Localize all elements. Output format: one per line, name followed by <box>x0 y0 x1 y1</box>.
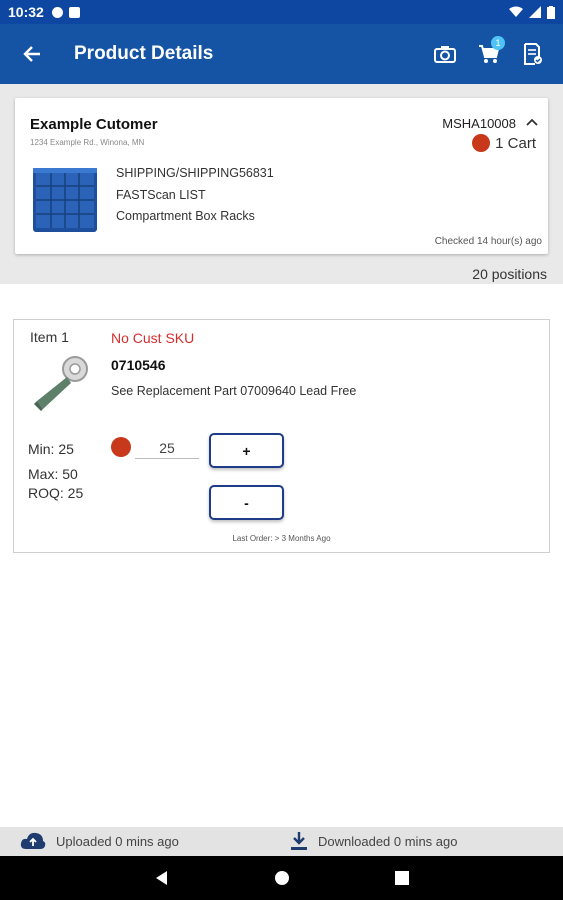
download-status[interactable]: Downloaded 0 mins ago <box>290 831 457 851</box>
customer-card[interactable]: Example Cutomer 1234 Example Rd., Winona… <box>15 98 548 254</box>
cart-count-label: 1 Cart <box>495 134 536 152</box>
last-order-info: Last Order: > 3 Months Ago <box>232 534 331 543</box>
nav-recents-icon <box>395 871 409 885</box>
cart-indicator: 1 Cart <box>472 134 536 152</box>
uploaded-text: Uploaded 0 mins ago <box>56 833 179 849</box>
list-line: FASTScan LIST <box>116 188 206 202</box>
nav-home-button[interactable] <box>272 868 292 888</box>
product-category-line: Compartment Box Racks <box>116 209 255 223</box>
system-nav-bar <box>0 856 563 900</box>
back-arrow-icon <box>23 46 40 62</box>
part-image <box>34 356 88 411</box>
sku-status: No Cust SKU <box>111 330 195 346</box>
shipping-line: SHIPPING/SHIPPING56831 <box>116 166 274 180</box>
collapse-button[interactable] <box>524 114 540 130</box>
nav-recents-button[interactable] <box>392 868 412 888</box>
upload-status[interactable]: Uploaded 0 mins ago <box>20 831 179 851</box>
customer-address: 1234 Example Rd., Winona, MN <box>30 138 145 147</box>
signal-icon <box>529 6 541 18</box>
customer-section: Example Cutomer 1234 Example Rd., Winona… <box>0 84 563 284</box>
item-label: Item 1 <box>30 329 69 345</box>
item-card: Item 1 No Cust SKU 0710546 See Replaceme… <box>13 319 550 553</box>
status-dot <box>472 134 491 152</box>
min-value: Min: 25 <box>28 441 74 457</box>
decrement-button[interactable]: - <box>209 485 284 520</box>
increment-button[interactable]: + <box>209 433 284 468</box>
notification-icon <box>51 6 63 18</box>
sim-icon <box>68 6 80 18</box>
camera-button[interactable] <box>423 24 467 84</box>
nav-home-icon <box>275 871 289 885</box>
camera-icon <box>434 46 456 63</box>
max-value: Max: 50 <box>28 466 78 482</box>
cart-button[interactable]: 1 <box>467 24 511 84</box>
customer-name: Example Cutomer <box>30 116 158 133</box>
positions-count: 20 positions <box>472 266 547 282</box>
battery-icon <box>547 5 555 19</box>
nav-back-button[interactable] <box>151 868 171 888</box>
product-image <box>33 168 97 232</box>
download-icon <box>291 832 307 850</box>
part-number: 0710546 <box>111 357 166 373</box>
sync-footer: Uploaded 0 mins ago Downloaded 0 mins ag… <box>0 827 563 856</box>
quantity-status-dot <box>111 437 131 457</box>
quantity-input[interactable] <box>135 433 199 459</box>
chevron-up-icon <box>526 118 538 126</box>
cloud-upload-icon <box>20 832 46 849</box>
roq-value: ROQ: 25 <box>28 485 84 501</box>
page-title: Product Details <box>74 43 214 64</box>
wifi-icon <box>509 6 523 17</box>
status-bar: 10:32 <box>0 0 563 24</box>
document-check-button[interactable] <box>511 24 555 84</box>
document-check-icon <box>524 43 542 65</box>
part-description: See Replacement Part 07009640 Lead Free <box>111 384 357 398</box>
account-number: MSHA10008 <box>442 116 516 131</box>
checked-timestamp: Checked 14 hour(s) ago <box>434 236 542 247</box>
back-button[interactable] <box>0 24 64 84</box>
cart-badge: 1 <box>491 36 505 50</box>
nav-back-icon <box>156 871 167 885</box>
downloaded-text: Downloaded 0 mins ago <box>318 833 458 849</box>
app-bar: Product Details 1 <box>0 24 563 84</box>
status-time: 10:32 <box>8 4 44 20</box>
